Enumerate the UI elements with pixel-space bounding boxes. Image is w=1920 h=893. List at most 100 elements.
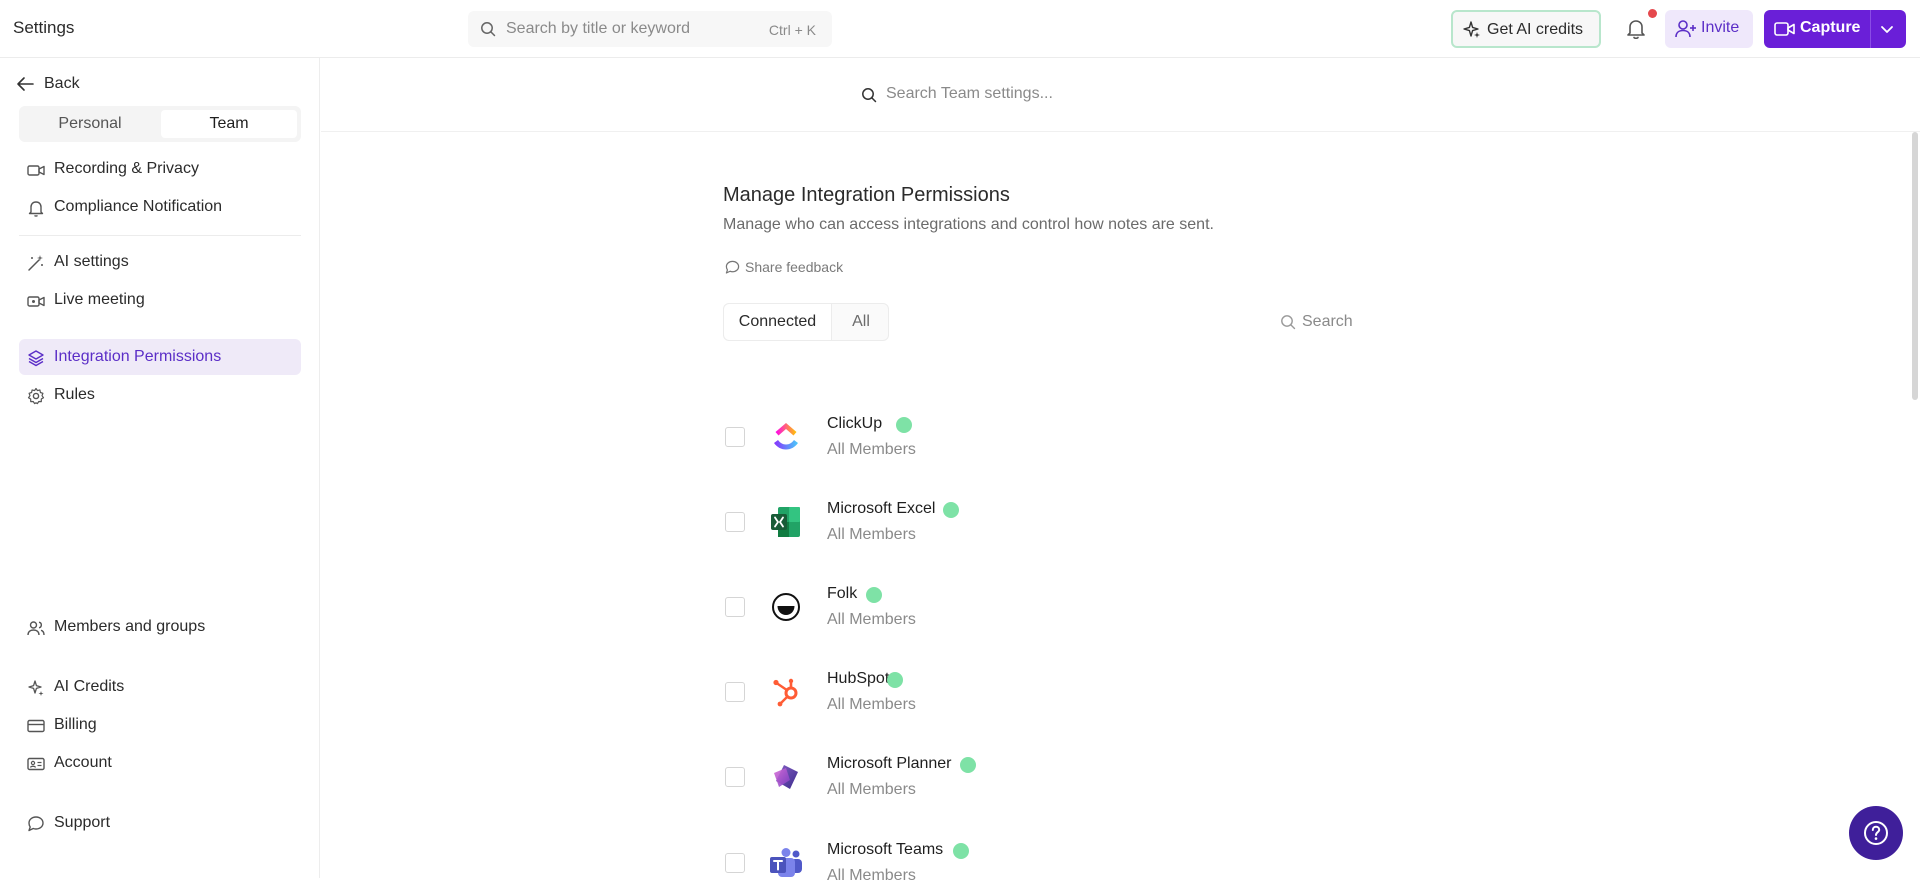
arrow-left-icon	[17, 77, 34, 91]
integration-name: Microsoft Excel	[827, 500, 936, 517]
hubspot-logo-icon	[773, 678, 798, 707]
integration-name: ClickUp	[827, 415, 883, 432]
row-checkbox[interactable]	[725, 427, 745, 447]
sidebar-item-billing[interactable]: Billing	[19, 707, 301, 743]
integration-search-input[interactable]	[1302, 309, 1562, 335]
team-settings-search[interactable]: Search Team settings...	[321, 58, 1920, 132]
bell-icon	[28, 201, 44, 217]
row-checkbox[interactable]	[725, 767, 745, 787]
app-title: Settings	[13, 18, 75, 37]
row-checkbox[interactable]	[725, 682, 745, 702]
teams-logo-icon	[770, 848, 802, 877]
sidebar-item-live-meeting[interactable]: Live meeting	[19, 282, 301, 318]
clickup-logo-icon	[774, 423, 798, 450]
sidebar-item-label: Integration Permissions	[54, 348, 222, 365]
capture-button[interactable]: Capture	[1764, 10, 1906, 48]
notification-dot	[1648, 9, 1657, 18]
page-subtitle: Manage who can access integrations and c…	[723, 216, 1214, 233]
video-call-icon	[27, 296, 45, 307]
integration-row-microsoft-planner[interactable]: Microsoft Planner All Members	[723, 747, 1623, 807]
capture-label: Capture	[1800, 19, 1861, 36]
sidebar-item-label: Compliance Notification	[54, 198, 223, 215]
global-search[interactable]: Search by title or keyword Ctrl + K	[468, 11, 832, 47]
tab-connected[interactable]: Connected	[724, 304, 832, 340]
sidebar-item-label: Members and groups	[54, 618, 206, 635]
sidebar-item-ai-credits[interactable]: AI Credits	[19, 669, 301, 705]
sidebar-item-rules[interactable]: Rules	[19, 377, 301, 413]
sidebar-item-compliance-notification[interactable]: Compliance Notification	[19, 189, 301, 225]
sidebar-item-label: AI settings	[54, 253, 129, 270]
integration-access: All Members	[827, 696, 916, 713]
sparkle-icon	[28, 680, 44, 696]
integration-name: HubSpot	[827, 670, 890, 687]
row-checkbox[interactable]	[725, 597, 745, 617]
integration-row-folk[interactable]: Folk All Members	[723, 577, 1623, 637]
integration-search	[1272, 303, 1572, 341]
chat-bubble-icon	[725, 260, 740, 274]
share-feedback-label: Share feedback	[745, 259, 844, 275]
integration-name: Folk	[827, 585, 858, 602]
back-label: Back	[44, 75, 80, 92]
connected-status-dot	[960, 757, 976, 773]
sidebar-item-label: AI Credits	[54, 678, 125, 695]
invite-button[interactable]: Invite	[1665, 10, 1753, 48]
scope-tab-personal[interactable]: Personal	[23, 110, 157, 138]
sidebar-item-label: Recording & Privacy	[54, 160, 199, 177]
search-icon	[1281, 315, 1296, 330]
video-camera-icon	[27, 165, 45, 176]
get-ai-credits-label: Get AI credits	[1487, 21, 1584, 38]
folk-logo-icon	[772, 593, 800, 621]
sidebar-item-label: Billing	[54, 716, 97, 733]
sidebar-item-label: Rules	[54, 386, 95, 403]
page-title: Manage Integration Permissions	[723, 184, 1010, 206]
chevron-down-icon[interactable]	[1878, 21, 1896, 37]
gear-icon	[27, 387, 45, 405]
integration-row-hubspot[interactable]: HubSpot All Members	[723, 662, 1623, 722]
help-button[interactable]	[1849, 806, 1903, 860]
credit-card-icon	[27, 719, 45, 733]
connected-status-dot	[866, 587, 882, 603]
excel-logo-icon	[771, 507, 800, 537]
sidebar-item-label: Support	[54, 814, 111, 831]
top-bar: Settings Search by title or keyword Ctrl…	[0, 0, 1920, 58]
integration-access: All Members	[827, 611, 916, 628]
scope-switch: Personal Team	[19, 106, 301, 142]
integration-row-microsoft-teams[interactable]: Microsoft Teams All Members	[723, 833, 1623, 893]
sidebar-item-support[interactable]: Support	[19, 805, 301, 841]
sparkle-icon	[1463, 21, 1480, 38]
id-card-icon	[27, 757, 45, 771]
sidebar-item-label: Account	[54, 754, 112, 771]
tab-all[interactable]: All	[832, 304, 890, 340]
connected-status-dot	[887, 672, 903, 688]
connected-status-dot	[896, 417, 912, 433]
integration-row-microsoft-excel[interactable]: Microsoft Excel All Members	[723, 492, 1623, 552]
search-icon	[481, 22, 496, 37]
row-checkbox[interactable]	[725, 853, 745, 873]
connected-status-dot	[953, 843, 969, 859]
integration-access: All Members	[827, 867, 916, 884]
global-search-placeholder: Search by title or keyword	[506, 20, 691, 37]
integration-name: Microsoft Planner	[827, 755, 952, 772]
search-icon	[862, 88, 877, 103]
get-ai-credits-button[interactable]: Get AI credits	[1451, 10, 1601, 48]
sidebar-item-account[interactable]: Account	[19, 745, 301, 781]
notification-bell-icon[interactable]	[1624, 16, 1648, 40]
capture-divider	[1870, 10, 1871, 48]
sidebar-item-members-groups[interactable]: Members and groups	[19, 609, 301, 645]
integration-filter-tabs: Connected All	[723, 303, 889, 341]
scrollbar[interactable]	[1912, 132, 1918, 400]
sidebar-item-ai-settings[interactable]: AI settings	[19, 244, 301, 280]
connected-status-dot	[943, 502, 959, 518]
scope-tab-team[interactable]: Team	[161, 110, 297, 138]
invite-label: Invite	[1701, 19, 1740, 36]
settings-sidebar: Back Personal Team Recording & Privacy C…	[0, 58, 320, 878]
sidebar-item-recording-privacy[interactable]: Recording & Privacy	[19, 151, 301, 187]
main-content: Search Team settings... Manage Integrati…	[321, 58, 1920, 884]
row-checkbox[interactable]	[725, 512, 745, 532]
sidebar-item-integration-permissions[interactable]: Integration Permissions	[19, 339, 301, 375]
integration-access: All Members	[827, 781, 916, 798]
magic-wand-icon	[28, 255, 43, 271]
integration-access: All Members	[827, 526, 916, 543]
planner-logo-icon	[774, 765, 798, 789]
integration-row-clickup[interactable]: ClickUp All Members	[723, 407, 1623, 467]
